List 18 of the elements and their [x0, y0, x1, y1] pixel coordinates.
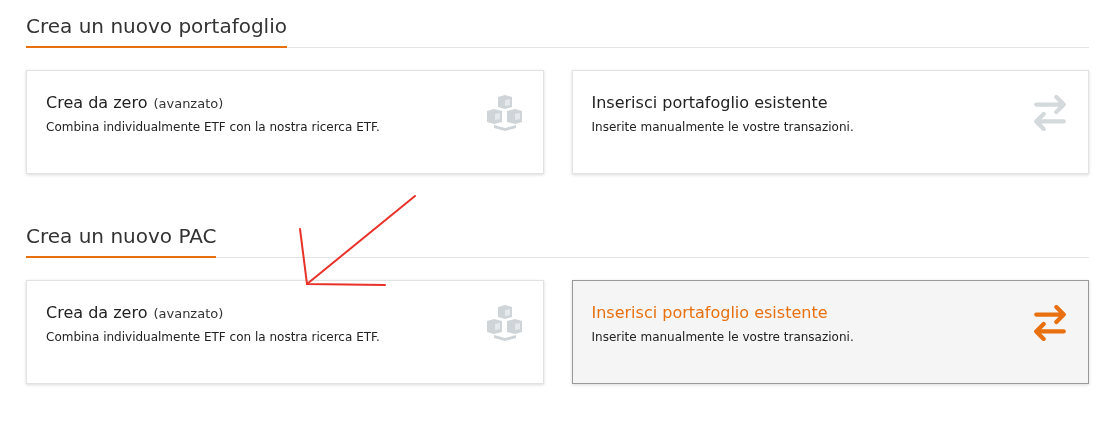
card-title: Crea da zero: [46, 93, 148, 112]
option-card[interactable]: Crea da zero (avanzato) Combina individualmente ETF con la nostra ricerca ETF.: [26, 70, 544, 174]
option-card[interactable]: Inserisci portafoglio esistente Inserite manualmente le vostre transazioni.: [571, 70, 1089, 174]
card-note: (avanzato): [153, 96, 224, 111]
card-title: Crea da zero: [46, 303, 148, 322]
section-heading: Crea un nuovo PAC: [26, 224, 217, 258]
card-title: Inserisci portafoglio esistente: [591, 303, 828, 322]
option-card[interactable]: Inserisci portafoglio esistente Inserite manualmente le vostre transazioni.: [571, 280, 1089, 384]
option-card[interactable]: Crea da zero (avanzato) Combina individualmente ETF con la nostra ricerca ETF.: [26, 280, 544, 384]
card-description: Inserite manualmente le vostre transazioni.: [591, 120, 854, 134]
cubes-icon: [484, 305, 525, 341]
section-heading: Crea un nuovo portafoglio: [26, 14, 287, 48]
card-note: (avanzato): [153, 306, 224, 321]
cubes-icon: [484, 95, 525, 131]
card-title: Inserisci portafoglio esistente: [591, 93, 828, 112]
card-description: Combina individualmente ETF con la nostra ricerca ETF.: [46, 120, 380, 134]
card-description: Combina individualmente ETF con la nostra ricerca ETF.: [46, 330, 380, 344]
card-description: Inserite manualmente le vostre transazioni.: [591, 330, 854, 344]
